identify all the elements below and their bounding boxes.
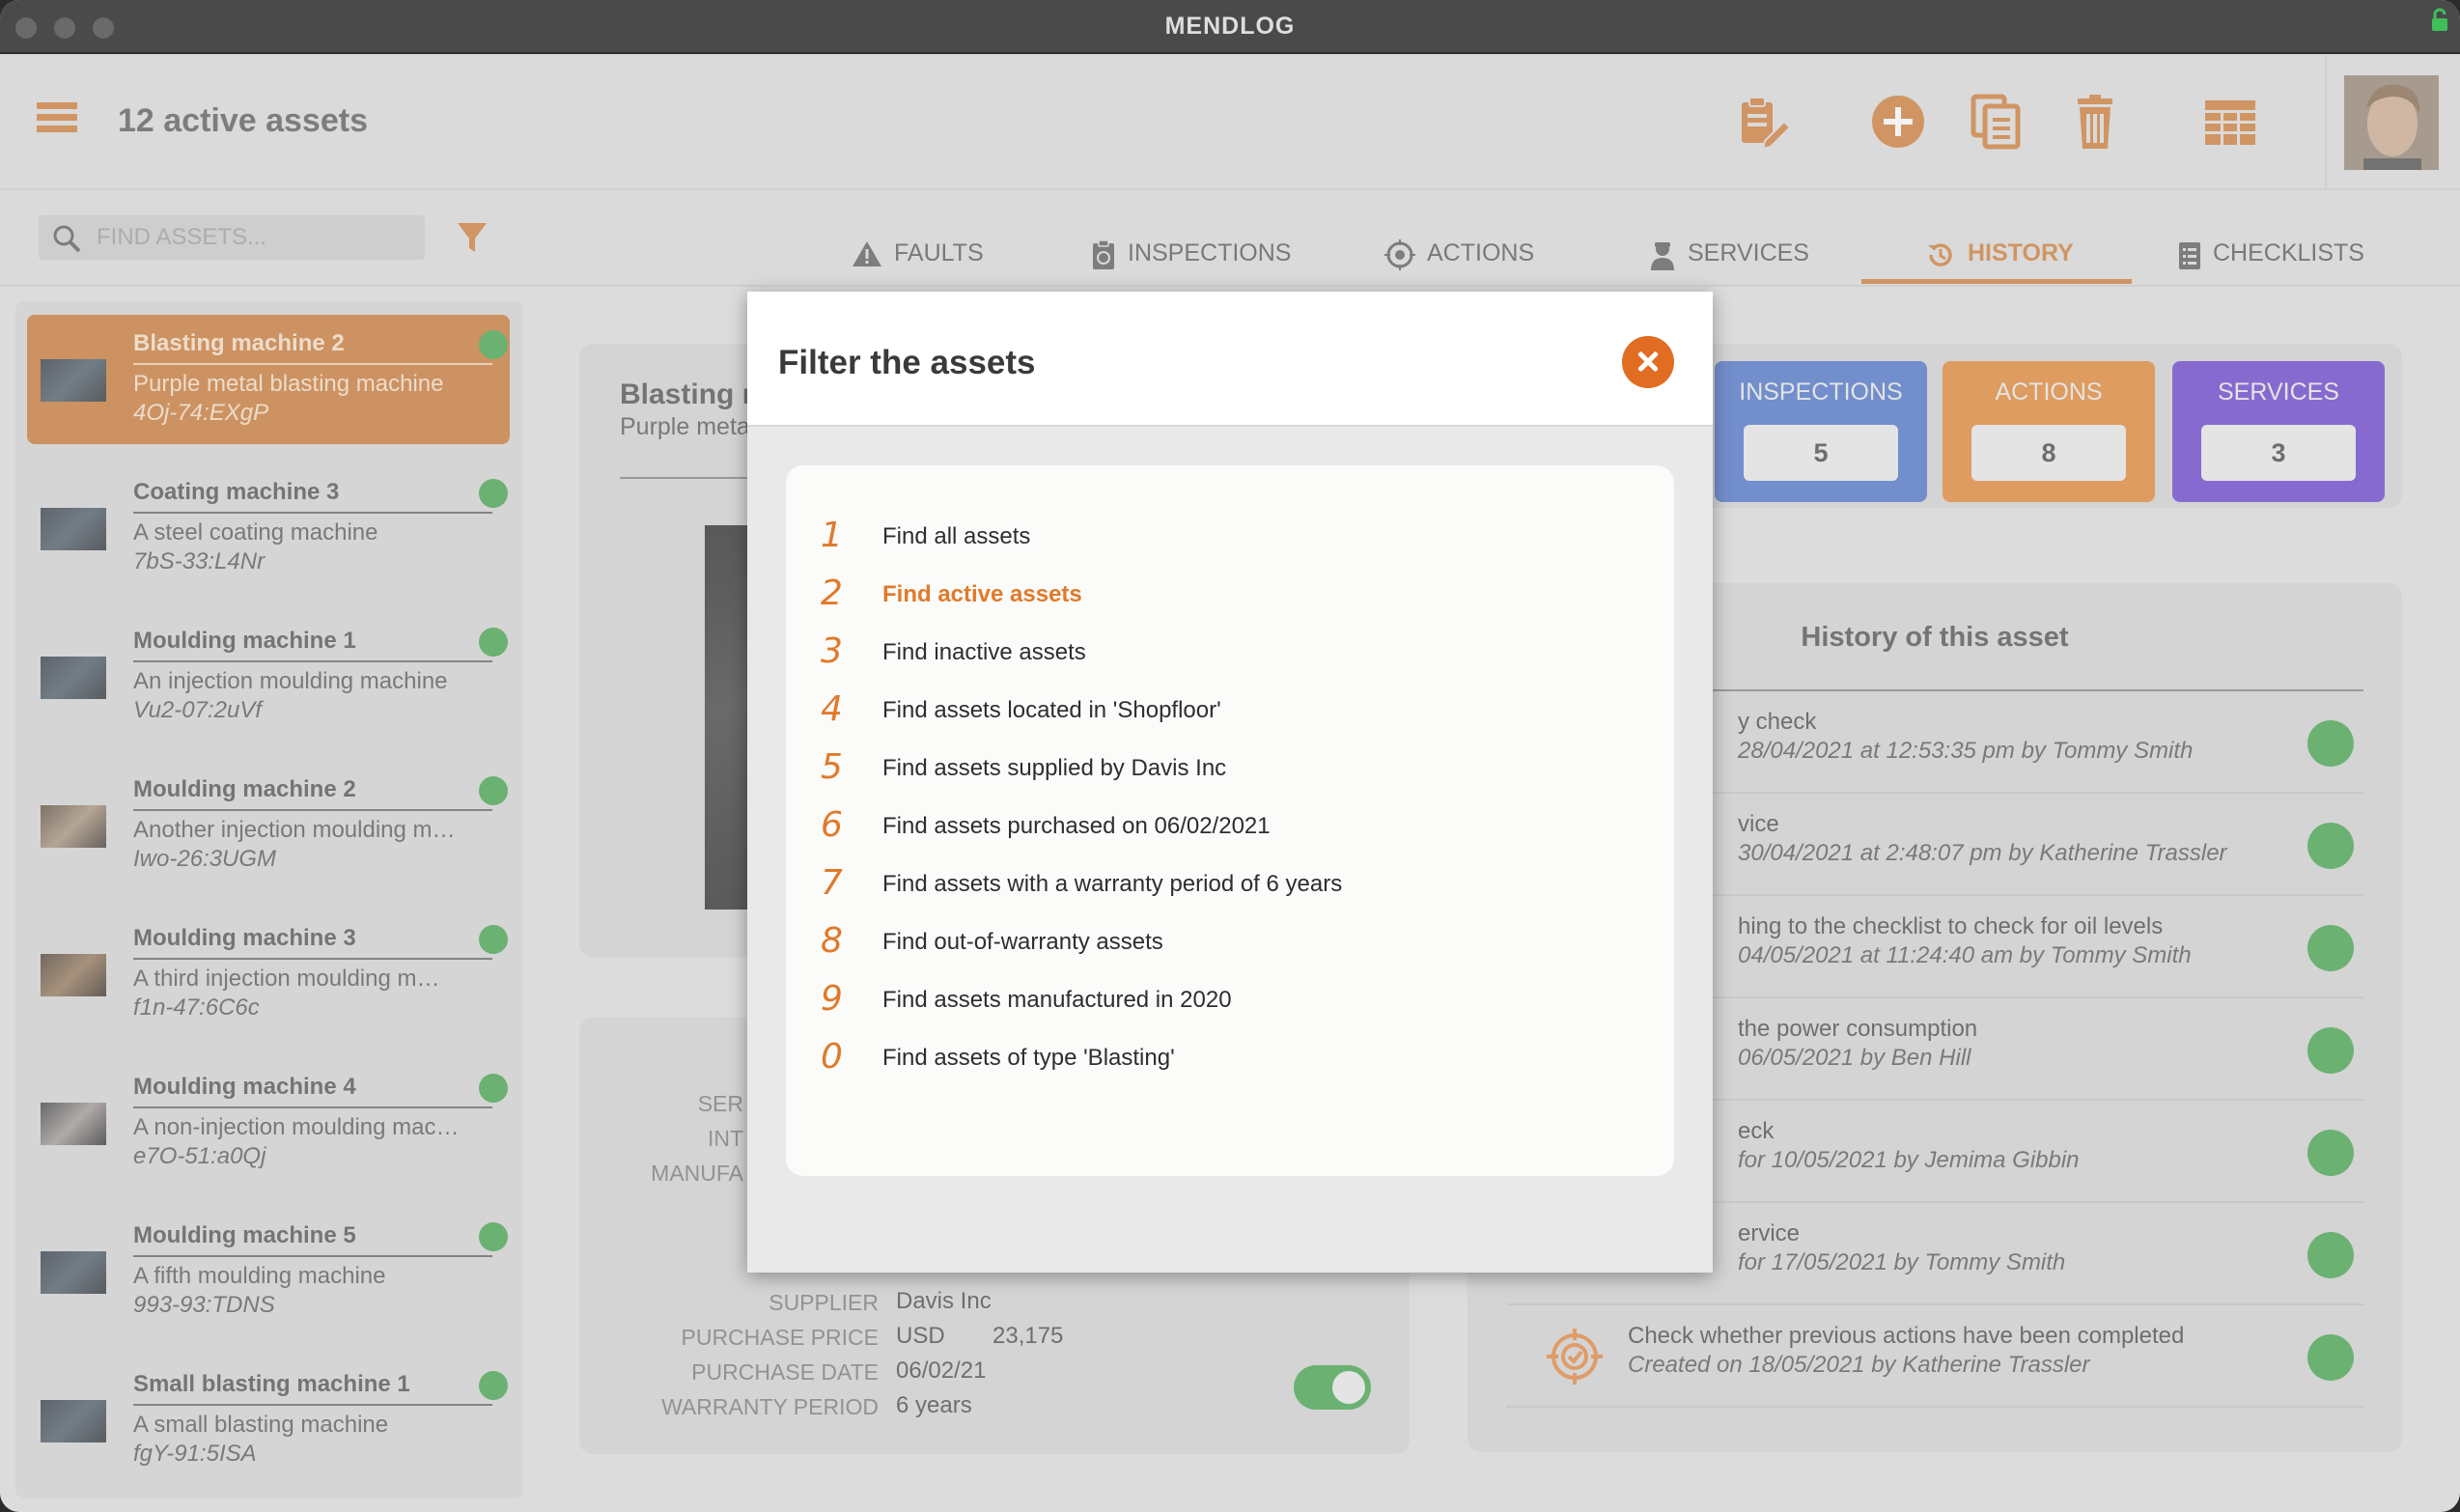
- option-shortcut: 4: [821, 689, 843, 729]
- option-shortcut: 9: [821, 979, 843, 1019]
- option-label: Find assets purchased on 06/02/2021: [882, 813, 1271, 839]
- dialog-header: Filter the assets: [747, 292, 1713, 427]
- option-label: Find all assets: [882, 523, 1031, 549]
- option-shortcut: 5: [821, 747, 843, 787]
- filter-option[interactable]: 5 Find assets supplied by Davis Inc: [786, 742, 1674, 796]
- option-shortcut: 7: [821, 863, 843, 903]
- filter-option[interactable]: 3 Find inactive assets: [786, 626, 1674, 680]
- option-shortcut: 0: [821, 1037, 843, 1077]
- filter-option[interactable]: 8 Find out-of-warranty assets: [786, 915, 1674, 969]
- option-label: Find inactive assets: [882, 639, 1086, 665]
- option-label: Find out-of-warranty assets: [882, 929, 1163, 955]
- option-label: Find assets with a warranty period of 6 …: [882, 871, 1343, 897]
- option-shortcut: 8: [821, 921, 843, 961]
- option-shortcut: 1: [821, 516, 843, 555]
- filter-option[interactable]: 4 Find assets located in 'Shopfloor': [786, 684, 1674, 738]
- option-shortcut: 2: [821, 574, 843, 613]
- filter-dialog: Filter the assets 1 Find all assets 2 Fi…: [747, 292, 1713, 1273]
- close-icon[interactable]: [1622, 336, 1674, 388]
- option-shortcut: 6: [821, 805, 843, 845]
- app-window: MENDLOG 12 active assets FIND ASSETS... …: [0, 0, 2460, 1512]
- option-label: Find assets located in 'Shopfloor': [882, 697, 1221, 723]
- filter-options-list: 1 Find all assets 2 Find active assets 3…: [786, 465, 1674, 1176]
- filter-option[interactable]: 2 Find active assets: [786, 568, 1674, 622]
- option-shortcut: 3: [821, 631, 843, 671]
- title-bar: MENDLOG: [0, 0, 2460, 54]
- window-title: MENDLOG: [1164, 13, 1296, 40]
- filter-option[interactable]: 0 Find assets of type 'Blasting': [786, 1031, 1674, 1085]
- option-label: Find active assets: [882, 581, 1082, 607]
- filter-option[interactable]: 9 Find assets manufactured in 2020: [786, 973, 1674, 1027]
- option-label: Find assets supplied by Davis Inc: [882, 755, 1227, 781]
- dialog-title: Filter the assets: [778, 344, 1036, 381]
- filter-option[interactable]: 6 Find assets purchased on 06/02/2021: [786, 799, 1674, 854]
- option-label: Find assets of type 'Blasting': [882, 1045, 1175, 1071]
- option-label: Find assets manufactured in 2020: [882, 987, 1232, 1013]
- filter-option[interactable]: 7 Find assets with a warranty period of …: [786, 857, 1674, 911]
- filter-option[interactable]: 1 Find all assets: [786, 510, 1674, 564]
- lock-icon: [2432, 8, 2447, 31]
